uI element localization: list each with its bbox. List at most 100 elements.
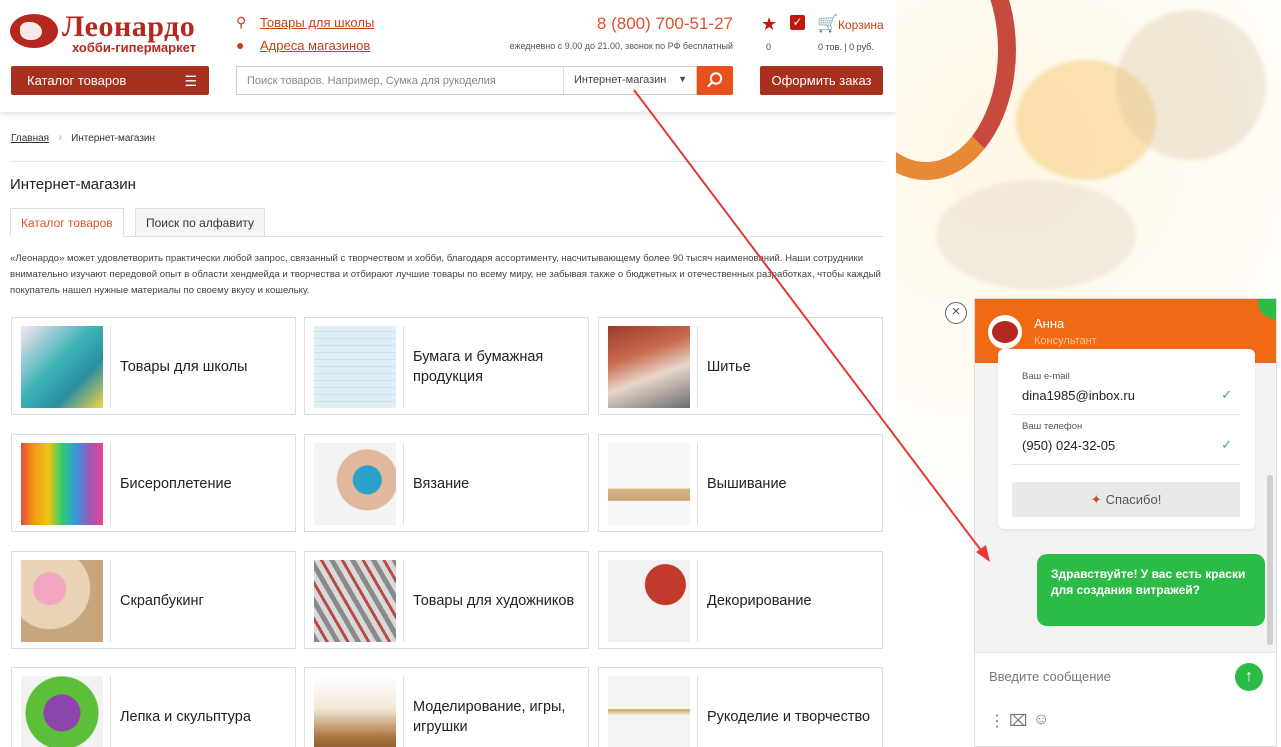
category-card[interactable]: Вязание [304, 434, 589, 532]
search-button[interactable] [697, 66, 733, 95]
category-label: Декорирование [707, 593, 812, 609]
card-divider [110, 676, 111, 747]
logo-subtitle: хобби-гипермаркет [72, 40, 197, 55]
tab-alphabet-search[interactable]: Поиск по алфавиту [135, 208, 266, 237]
background-splat [936, 180, 1136, 290]
agent-name: Анна [1034, 316, 1065, 331]
logo-title: Леонардо [62, 10, 196, 43]
category-card[interactable]: Бисероплетение [11, 434, 296, 532]
email-field[interactable]: Ваш e-mail dina1985@inbox.ru ✓ [1012, 365, 1240, 415]
menu-burger-icon: ☰ [184, 73, 197, 89]
close-icon: × [951, 303, 961, 320]
search-icon [707, 72, 723, 88]
card-divider [110, 443, 111, 525]
cart-icon[interactable]: 🛒 [817, 14, 838, 34]
category-card[interactable]: Лепка и скульптура [11, 667, 296, 747]
phone-field[interactable]: Ваш телефон (950) 024-32-05 ✓ [1012, 415, 1240, 465]
online-indicator [1258, 299, 1276, 319]
more-options-icon[interactable]: ⋮ [989, 711, 1005, 731]
category-label: Скрапбукинг [120, 593, 204, 609]
chat-composer: ↑ ⋮ ⌧ ☺ [975, 652, 1276, 746]
category-label: Товары для художников [413, 593, 575, 609]
category-image [314, 560, 396, 642]
thanks-label: Спасибо! [1105, 492, 1162, 507]
search-box: Интернет-магазин ▼ [236, 66, 697, 95]
card-divider [403, 676, 404, 747]
category-card[interactable]: Рукоделие и творчество [598, 667, 883, 747]
checkout-button[interactable]: Оформить заказ [760, 66, 883, 95]
category-card[interactable]: Товары для школы [11, 317, 296, 415]
category-label: Шитье [707, 359, 751, 375]
phone-label: Ваш телефон [1022, 421, 1083, 432]
agent-role: Консультант [1034, 335, 1097, 347]
category-label: Бумага и бумажная продукция [413, 349, 544, 385]
site-header: Леонардо хобби-гипермаркет ⚲ Товары для … [0, 0, 896, 112]
chat-scrollbar[interactable] [1266, 365, 1274, 649]
thanks-button[interactable]: ✦ Спасибо! [1012, 482, 1240, 517]
arrow-up-icon: ↑ [1245, 668, 1253, 685]
category-image [608, 326, 690, 408]
category-image [314, 326, 396, 408]
category-label: Моделирование, игры, игрушки [413, 699, 566, 735]
breadcrumb-separator-icon: › [58, 130, 63, 144]
category-image [21, 676, 103, 747]
category-image [314, 443, 396, 525]
search-scope-label: Интернет-магазин [574, 74, 667, 86]
email-label: Ваш e-mail [1022, 371, 1070, 382]
breadcrumb-current: Интернет-магазин [71, 133, 156, 144]
cart-link[interactable]: Корзина [838, 18, 884, 32]
category-card[interactable]: Вышивание [598, 434, 883, 532]
category-label: Товары для школы [120, 359, 248, 375]
school-icon: ⚲ [236, 14, 247, 30]
breadcrumb: Главная › Интернет-магазин [11, 130, 155, 144]
category-image [21, 326, 103, 408]
search-input[interactable] [237, 67, 563, 94]
favorites-star-icon[interactable]: ★ [761, 14, 777, 35]
favorites-count: 0 [766, 42, 772, 52]
category-label: Бисероплетение [120, 476, 232, 492]
phone-number[interactable]: 8 (800) 700-51-27 [597, 14, 733, 34]
send-button[interactable]: ↑ [1235, 663, 1263, 691]
avatar [988, 315, 1022, 349]
background-splat [1116, 10, 1266, 160]
category-card[interactable]: Моделирование, игры, игрушки [304, 667, 589, 747]
chat-close-button[interactable]: × [945, 302, 967, 324]
card-divider [697, 560, 698, 642]
category-card[interactable]: Скрапбукинг [11, 551, 296, 649]
compare-checkbox-icon[interactable]: ✓ [790, 15, 805, 30]
scrollbar-thumb[interactable] [1267, 475, 1273, 645]
phone-note: ежедневно с 9.00 до 21.00, звонок по РФ … [509, 41, 733, 51]
card-divider [403, 443, 404, 525]
link-store-addresses[interactable]: Адреса магазинов [260, 38, 370, 53]
card-divider [110, 560, 111, 642]
category-card[interactable]: Товары для художников [304, 551, 589, 649]
category-card[interactable]: Декорирование [598, 551, 883, 649]
card-divider [403, 326, 404, 408]
map-pin-icon: ● [236, 37, 245, 53]
emoji-icon[interactable]: ☺ [1033, 711, 1049, 729]
card-divider [697, 326, 698, 408]
paperclip-icon[interactable]: ⌧ [1009, 711, 1027, 731]
chat-widget: Анна Консультант Ваш e-mail dina1985@inb… [974, 298, 1277, 747]
category-image [608, 676, 690, 747]
link-school-goods[interactable]: Товары для школы [260, 15, 374, 30]
email-value: dina1985@inbox.ru [1022, 388, 1135, 403]
contact-form-card: Ваш e-mail dina1985@inbox.ru ✓ Ваш телеф… [998, 349, 1255, 529]
message-input[interactable] [989, 665, 1229, 687]
search-scope-select[interactable]: Интернет-магазин ▼ [563, 67, 697, 94]
category-image [21, 443, 103, 525]
category-card[interactable]: Шитье [598, 317, 883, 415]
category-image [21, 560, 103, 642]
card-divider [697, 676, 698, 747]
party-popper-icon: ✦ [1090, 492, 1102, 507]
catalog-button[interactable]: Каталог товаров ☰ [11, 66, 209, 95]
check-icon: ✓ [1221, 437, 1232, 452]
breadcrumb-home[interactable]: Главная [11, 133, 49, 144]
tab-catalog[interactable]: Каталог товаров [10, 208, 124, 237]
category-card[interactable]: Бумага и бумажная продукция [304, 317, 589, 415]
category-image [314, 676, 396, 747]
cart-summary: 0 тов. | 0 руб. [818, 42, 874, 52]
category-label: Лепка и скульптура [120, 709, 251, 725]
site-logo[interactable]: Леонардо хобби-гипермаркет [10, 10, 210, 55]
category-label: Вязание [413, 476, 470, 492]
